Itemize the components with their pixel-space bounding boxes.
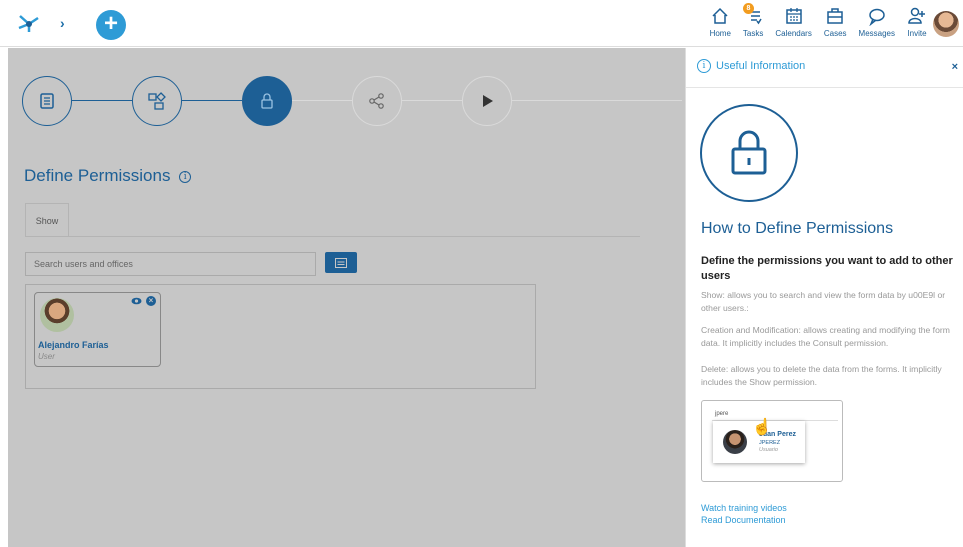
calendar-icon <box>785 8 802 24</box>
pointer-hand-icon: ☝ <box>752 419 772 436</box>
step-connector <box>72 100 132 101</box>
top-bar: › + Home 8 Tasks Calendars Cases Message… <box>0 0 963 47</box>
step-connector <box>292 100 352 101</box>
help-subheading: Define the permissions you want to add t… <box>701 255 953 282</box>
main-content: Define Permissions i Show Search users a… <box>8 48 685 547</box>
help-panel: i Useful Information × How to Define Per… <box>685 48 963 547</box>
lock-illustration <box>700 104 798 202</box>
tasks-badge: 8 <box>742 3 754 14</box>
info-icon: i <box>697 59 711 73</box>
help-paragraph-delete: Delete: allows you to delete the data fr… <box>701 364 942 387</box>
step-form[interactable] <box>22 76 72 126</box>
example-screenshot: jpere Juan Perez JPEREZ Usuario ☝ <box>701 400 843 482</box>
read-docs-link[interactable]: Read Documentation <box>701 514 787 526</box>
nav-calendars-label: Calendars <box>775 29 812 38</box>
example-search-field: jpere <box>712 407 838 421</box>
nav-messages-label: Messages <box>858 29 895 38</box>
example-user-role: Usuario <box>759 447 778 453</box>
step-connector <box>402 100 462 101</box>
page-title: Define Permissions i <box>24 166 192 186</box>
nav-messages[interactable]: Messages <box>859 6 895 38</box>
user-role: User <box>38 352 55 361</box>
nav-home-label: Home <box>709 29 731 38</box>
user-photo <box>40 298 74 332</box>
tab-divider <box>25 236 640 237</box>
nav-invite-label: Invite <box>907 29 927 38</box>
play-icon <box>483 95 493 107</box>
step-connector <box>512 100 682 101</box>
wizard-steps <box>22 76 682 126</box>
help-links: Watch training videos Read Documentation <box>701 502 787 526</box>
nav-home[interactable]: Home <box>710 6 731 38</box>
user-card[interactable]: × Alejandro Farías User <box>34 292 161 367</box>
help-panel-title: Useful Information <box>716 60 806 72</box>
invite-icon <box>908 7 925 24</box>
help-paragraph-create: Creation and Modification: allows creati… <box>701 325 950 348</box>
example-user-photo <box>723 430 747 454</box>
home-icon <box>712 7 728 24</box>
step-connector <box>182 100 242 101</box>
close-icon[interactable]: × <box>952 61 958 73</box>
lock-icon <box>261 93 273 109</box>
add-button[interactable]: + <box>96 10 126 40</box>
users-list: × Alejandro Farías User <box>25 284 536 389</box>
watch-videos-link[interactable]: Watch training videos <box>701 502 787 514</box>
step-shapes[interactable] <box>132 76 182 126</box>
nav-tasks[interactable]: 8 Tasks <box>742 3 764 38</box>
tab-show[interactable]: Show <box>25 203 69 237</box>
user-avatar[interactable] <box>933 11 959 37</box>
lock-icon <box>731 130 767 175</box>
step-publish[interactable] <box>462 76 512 126</box>
nav-calendars[interactable]: Calendars <box>775 6 812 38</box>
top-nav: Home 8 Tasks Calendars Cases Messages In… <box>698 3 927 38</box>
nav-tasks-label: Tasks <box>742 29 764 38</box>
form-icon <box>40 93 54 109</box>
remove-user-icon[interactable]: × <box>146 296 156 306</box>
nav-invite[interactable]: Invite <box>907 6 927 38</box>
help-paragraph-show: Show: allows you to search and view the … <box>701 290 946 313</box>
chat-icon <box>869 8 885 26</box>
page-title-text: Define Permissions <box>24 166 171 185</box>
help-heading: How to Define Permissions <box>701 220 894 237</box>
step-share[interactable] <box>352 76 402 126</box>
example-user-login: JPEREZ <box>759 440 781 446</box>
list-icon <box>335 257 347 268</box>
app-logo-icon[interactable] <box>16 12 42 34</box>
eye-icon[interactable] <box>131 297 142 305</box>
shapes-icon <box>148 92 166 110</box>
help-panel-header: i Useful Information × <box>686 48 963 88</box>
info-icon[interactable]: i <box>179 170 192 183</box>
expand-chevron-icon[interactable]: › <box>60 15 65 31</box>
nav-cases[interactable]: Cases <box>824 6 847 38</box>
share-icon <box>369 93 384 109</box>
step-permissions[interactable] <box>242 76 292 126</box>
user-name: Alejandro Farías <box>38 340 109 350</box>
nav-cases-label: Cases <box>823 29 847 38</box>
search-users-input[interactable]: Search users and offices <box>25 252 316 276</box>
search-list-button[interactable] <box>325 252 357 273</box>
briefcase-icon <box>827 8 843 24</box>
